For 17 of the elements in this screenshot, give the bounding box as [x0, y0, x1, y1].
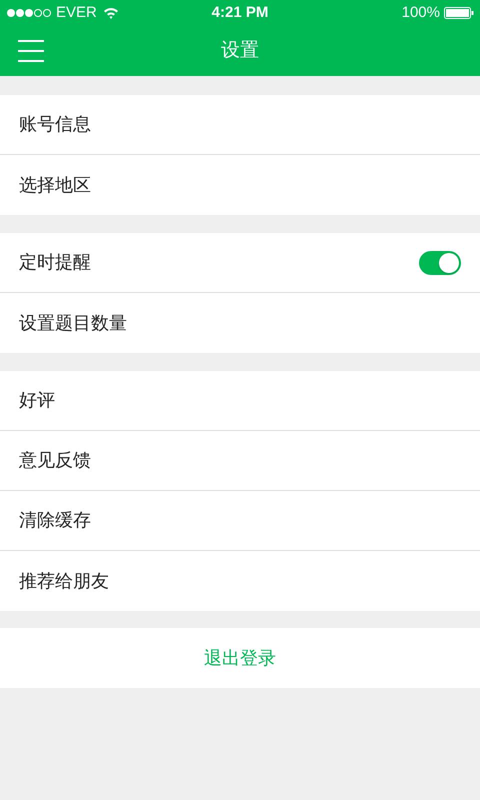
settings-item[interactable]: 选择地区 — [0, 155, 480, 215]
settings-item[interactable]: 好评 — [0, 371, 480, 431]
page-title: 设置 — [221, 38, 259, 63]
settings-item[interactable]: 推荐给朋友 — [0, 551, 480, 611]
signal-icon — [6, 8, 52, 18]
settings-item[interactable]: 清除缓存 — [0, 491, 480, 551]
carrier-name: EVER — [56, 2, 97, 23]
menu-button[interactable] — [18, 40, 44, 62]
battery-icon — [444, 7, 474, 19]
settings-item[interactable]: 意见反馈 — [0, 431, 480, 491]
wifi-icon — [102, 7, 119, 19]
setting-label: 定时提醒 — [19, 251, 91, 274]
toggle-switch[interactable] — [419, 250, 461, 274]
settings-item[interactable]: 设置题目数量 — [0, 293, 480, 353]
battery-percent: 100% — [402, 2, 440, 23]
settings-item[interactable]: 账号信息 — [0, 95, 480, 155]
status-time: 4:21 PM — [210, 2, 270, 23]
